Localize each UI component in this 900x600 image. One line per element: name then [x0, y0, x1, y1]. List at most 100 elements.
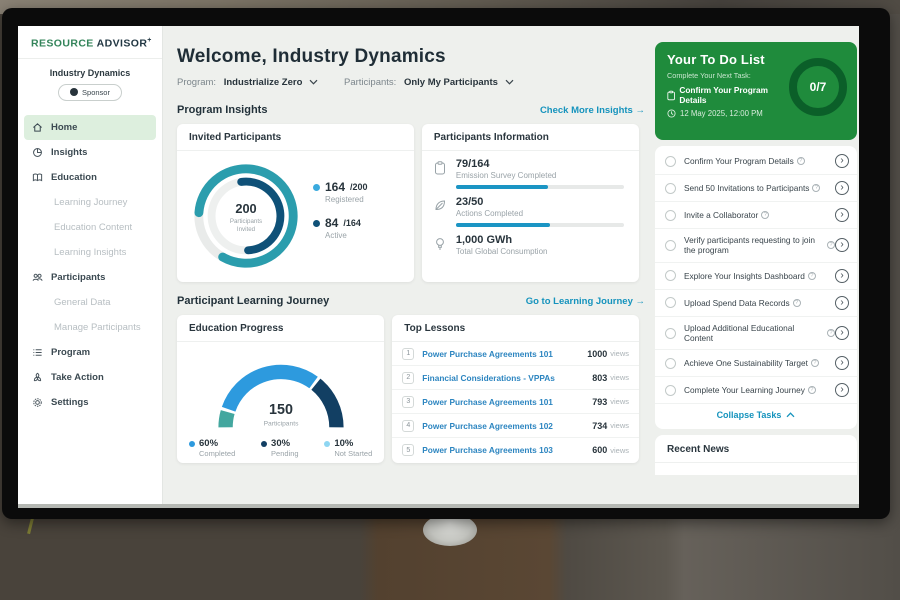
- sidebar-item-manage-participants[interactable]: Manage Participants: [18, 315, 162, 340]
- sidebar-nav: Home Insights Education Learning Journey…: [18, 109, 162, 415]
- views-suffix: views: [610, 373, 629, 382]
- task-checkbox[interactable]: [665, 210, 676, 221]
- task-checkbox[interactable]: [665, 240, 676, 251]
- task-label: Verify participants requesting to join t…: [684, 235, 824, 256]
- go-to-learning-journey-link[interactable]: Go to Learning Journey →: [526, 296, 645, 307]
- task-open-button[interactable]: ›: [835, 154, 849, 168]
- help-icon[interactable]: ?: [827, 329, 835, 337]
- legend-total: /200: [350, 182, 368, 192]
- task-open-button[interactable]: ›: [835, 296, 849, 310]
- task-checkbox[interactable]: [665, 328, 676, 339]
- help-icon[interactable]: ?: [761, 211, 769, 219]
- donut-center-value: 200: [235, 201, 256, 216]
- actions-progress-track: [456, 223, 624, 227]
- app-logo: RESOURCE ADVISOR+: [18, 26, 162, 59]
- chevron-right-icon: ›: [840, 182, 843, 193]
- task-open-button[interactable]: ›: [835, 326, 849, 340]
- help-icon[interactable]: ?: [797, 157, 805, 165]
- legend-label: Registered: [325, 195, 368, 204]
- legend-item-pending: 30% Pending: [261, 438, 299, 458]
- task-open-button[interactable]: ›: [835, 181, 849, 195]
- rank-badge: 3: [402, 396, 414, 408]
- task-checkbox[interactable]: [665, 270, 676, 281]
- views-count: 600: [592, 445, 607, 455]
- sidebar-item-insights[interactable]: Insights: [18, 140, 162, 165]
- sidebar-item-label: Education: [51, 172, 97, 183]
- sponsor-icon: [70, 88, 78, 96]
- check-more-insights-link[interactable]: Check More Insights →: [540, 105, 645, 116]
- sidebar-item-label: Participants: [51, 272, 105, 283]
- task-open-button[interactable]: ›: [835, 269, 849, 283]
- help-icon[interactable]: ?: [812, 184, 820, 192]
- task-open-button[interactable]: ›: [835, 238, 849, 252]
- lesson-row: 3 Power Purchase Agreements 101 793 view…: [392, 390, 639, 414]
- plant-stem: [27, 518, 34, 534]
- link-label: Check More Insights: [540, 105, 633, 116]
- chevron-right-icon: ›: [840, 357, 843, 368]
- help-icon[interactable]: ?: [793, 299, 801, 307]
- task-checkbox[interactable]: [665, 385, 676, 396]
- sidebar-item-label: Manage Participants: [54, 322, 141, 333]
- collapse-tasks-link[interactable]: Collapse Tasks: [655, 404, 857, 427]
- task-open-button[interactable]: ›: [835, 383, 849, 397]
- lesson-link[interactable]: Power Purchase Agreements 101: [422, 349, 587, 359]
- chevron-right-icon: ›: [840, 327, 843, 338]
- task-row: Verify participants requesting to join t…: [655, 229, 857, 263]
- program-insights-title: Program Insights: [177, 104, 267, 116]
- help-icon[interactable]: ?: [811, 359, 819, 367]
- task-row: Upload Additional Educational Content ? …: [655, 317, 857, 351]
- sidebar-item-settings[interactable]: Settings: [18, 390, 162, 415]
- task-open-button[interactable]: ›: [835, 356, 849, 370]
- recent-news-title: Recent News: [655, 435, 857, 463]
- sidebar-item-home[interactable]: Home: [24, 115, 156, 140]
- chevron-down-icon: [309, 77, 318, 88]
- task-checkbox[interactable]: [665, 358, 676, 369]
- task-checkbox[interactable]: [665, 183, 676, 194]
- todo-progress-ring: 0/7: [789, 58, 847, 116]
- sidebar-item-program[interactable]: Program: [18, 340, 162, 365]
- monitor-chin: [18, 504, 859, 508]
- sidebar-item-education[interactable]: Education: [18, 165, 162, 190]
- task-row: Complete Your Learning Journey ? ›: [655, 377, 857, 404]
- legend-value: 164: [325, 180, 345, 194]
- lesson-link[interactable]: Financial Considerations - VPPAs: [422, 373, 592, 383]
- program-filter[interactable]: Program: Industrialize Zero: [177, 77, 318, 88]
- task-row: Confirm Your Program Details ? ›: [655, 148, 857, 175]
- sidebar: RESOURCE ADVISOR+ Industry Dynamics Spon…: [18, 26, 163, 504]
- sidebar-item-participants[interactable]: Participants: [18, 265, 162, 290]
- sidebar-item-take-action[interactable]: Take Action: [18, 365, 162, 390]
- task-checkbox[interactable]: [665, 297, 676, 308]
- task-checkbox[interactable]: [665, 156, 676, 167]
- lesson-link[interactable]: Power Purchase Agreements 101: [422, 397, 592, 407]
- task-label: Upload Additional Educational Content: [684, 323, 824, 344]
- views-suffix: views: [610, 397, 629, 406]
- sidebar-item-education-content[interactable]: Education Content: [18, 215, 162, 240]
- chevron-right-icon: ›: [840, 270, 843, 281]
- lesson-link[interactable]: Power Purchase Agreements 102: [422, 421, 592, 431]
- lesson-link[interactable]: Power Purchase Agreements 103: [422, 445, 592, 455]
- chevron-right-icon: ›: [840, 297, 843, 308]
- completed-dot-icon: [189, 441, 195, 447]
- sidebar-item-label: Settings: [51, 397, 88, 408]
- gauge-center-label: Participants: [263, 420, 299, 427]
- sidebar-item-learning-insights[interactable]: Learning Insights: [18, 240, 162, 265]
- task-open-button[interactable]: ›: [835, 208, 849, 222]
- participants-filter[interactable]: Participants: Only My Participants: [344, 77, 514, 88]
- card-title: Invited Participants: [177, 124, 414, 151]
- help-icon[interactable]: ?: [827, 241, 835, 249]
- learning-journey-title: Participant Learning Journey: [177, 295, 329, 307]
- sidebar-item-label: General Data: [54, 297, 111, 308]
- not-started-dot-icon: [324, 441, 330, 447]
- info-label: Actions Completed: [456, 209, 624, 218]
- lesson-row: 5 Power Purchase Agreements 103 600 view…: [392, 438, 639, 462]
- views-count: 734: [592, 421, 607, 431]
- sidebar-item-general-data[interactable]: General Data: [18, 290, 162, 315]
- help-icon[interactable]: ?: [808, 386, 816, 394]
- help-icon[interactable]: ?: [808, 272, 816, 280]
- actions-progress-fill: [456, 223, 550, 227]
- gauge-legend: 60% Completed 30% Pending 10% Not Starte…: [177, 436, 384, 458]
- pending-dot-icon: [261, 441, 267, 447]
- sidebar-item-learning-journey[interactable]: Learning Journey: [18, 190, 162, 215]
- info-row-survey: 79/164 Emission Survey Completed: [422, 151, 639, 189]
- task-label: Confirm Your Program Details: [684, 156, 794, 166]
